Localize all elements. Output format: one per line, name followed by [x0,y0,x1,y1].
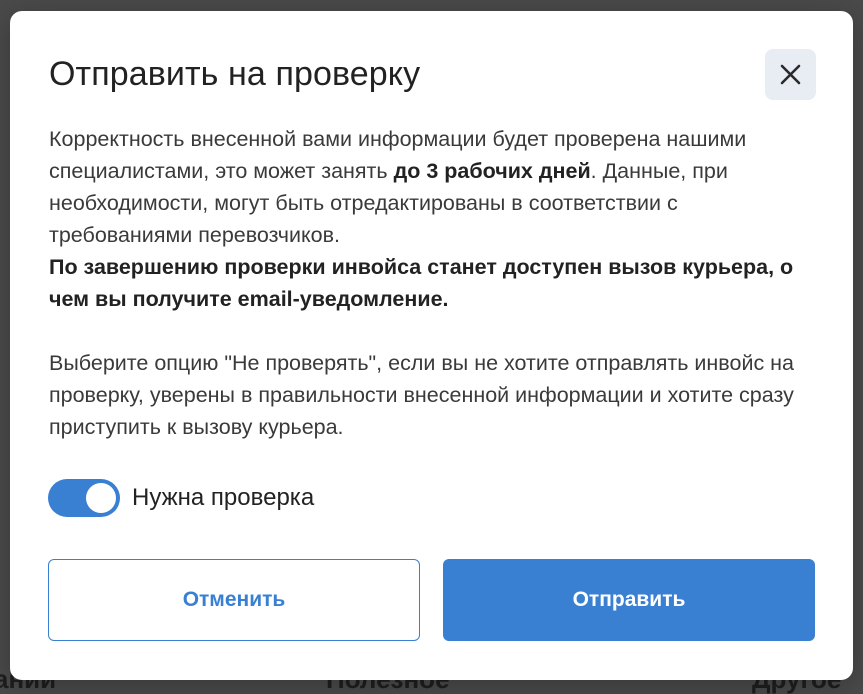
review-toggle-label: Нужна проверка [132,484,315,511]
toggle-knob [86,483,116,513]
close-button[interactable] [765,49,816,100]
submit-for-review-dialog: Отправить на проверку Корректность внесе… [10,11,853,680]
cancel-button[interactable]: Отменить [48,559,420,641]
review-toggle-row: Нужна проверка [48,479,314,517]
close-icon [780,64,801,85]
dialog-title: Отправить на проверку [49,55,421,93]
review-toggle[interactable] [48,479,120,517]
review-description: Корректность внесенной вами информации б… [49,123,819,315]
skip-review-hint: Выберите опцию "Не проверять", если вы н… [49,351,795,439]
submit-button[interactable]: Отправить [443,559,815,641]
courier-notice: По завершению проверки инвойса станет до… [49,255,794,311]
dialog-body: Корректность внесенной вами информации б… [49,123,819,443]
review-duration: до 3 рабочих дней [393,159,591,183]
